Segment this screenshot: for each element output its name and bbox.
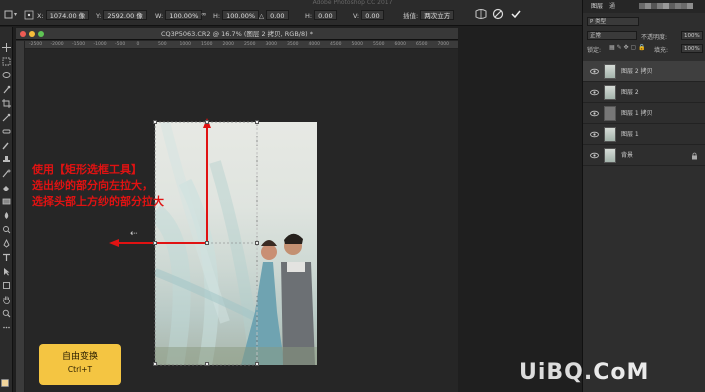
transform-handle-top-right[interactable] xyxy=(255,120,259,124)
layers-panel: 图层 通 P 类型 正常 不透明度: 100% 锁定: ▦ ✎ ✥ ▢ 🔒 填充… xyxy=(582,0,705,392)
annotation-line-2: 选出纱的部分向左拉大， xyxy=(32,179,153,192)
shortcut-badge: 自由变换 Ctrl+T xyxy=(39,344,121,385)
transform-handle-bottom-left[interactable] xyxy=(153,362,157,366)
transform-handle-middle-left[interactable] xyxy=(153,241,157,245)
layer-row[interactable]: 图层 1 xyxy=(583,124,705,145)
tab-channels[interactable]: 通 xyxy=(605,0,619,13)
visibility-eye-icon[interactable] xyxy=(590,88,599,97)
fill-label: 填充: xyxy=(654,47,669,54)
transform-handle-top-left[interactable] xyxy=(153,120,157,124)
layer-name: 图层 1 拷贝 xyxy=(621,110,653,117)
blend-mode-select[interactable]: 正常 xyxy=(587,31,637,40)
visibility-eye-icon[interactable] xyxy=(590,130,599,139)
panel-tabs: 图层 通 xyxy=(583,0,705,13)
layer-thumbnail xyxy=(604,148,616,163)
layer-thumbnail xyxy=(604,85,616,100)
visibility-eye-icon[interactable] xyxy=(590,67,599,76)
transform-handle-middle-right[interactable] xyxy=(255,241,259,245)
lock-label: 锁定: xyxy=(587,47,602,54)
layer-name: 图层 2 xyxy=(621,89,639,96)
layer-name: 图层 1 xyxy=(621,131,639,138)
opacity-label: 不透明度: xyxy=(641,34,668,41)
watermark-suffix: CoM xyxy=(593,360,650,385)
layer-name: 图层 2 拷贝 xyxy=(621,68,653,75)
tutorial-annotation: 使用【矩形选框工具】 选出纱的部分向左拉大， 选择头部上方纱的部分拉大 xyxy=(32,162,164,210)
filter-row: P 类型 xyxy=(583,16,705,28)
annotation-line-1: 使用【矩形选框工具】 xyxy=(32,163,142,176)
watermark-text: UiBQ. xyxy=(519,360,594,385)
layer-thumbnail xyxy=(604,127,616,142)
transform-reference-point[interactable] xyxy=(205,241,209,245)
transform-handle-top-center[interactable] xyxy=(205,120,209,124)
site-watermark: UiBQ.CoM xyxy=(519,360,649,385)
layer-row[interactable]: 图层 2 拷贝 xyxy=(583,61,705,82)
lock-options-icon[interactable]: ▦ ✎ ✥ ▢ 🔒 xyxy=(609,44,646,51)
shortcut-title: 自由变换 xyxy=(61,352,98,362)
blurred-area xyxy=(687,3,693,9)
layer-row[interactable]: 图层 2 xyxy=(583,82,705,103)
photoshop-window: Adobe Photoshop CC 2017 X: 1074.00 像 Y: … xyxy=(0,0,705,392)
svg-text:⇠: ⇠ xyxy=(130,229,138,239)
shortcut-keys: Ctrl+T xyxy=(67,365,93,374)
opacity-input[interactable]: 100% xyxy=(681,31,703,40)
blend-row: 正常 不透明度: 100% xyxy=(583,30,705,42)
lock-row: 锁定: ▦ ✎ ✥ ▢ 🔒 填充: 100% xyxy=(583,43,705,55)
tab-layers[interactable]: 图层 xyxy=(587,0,607,13)
annotation-line-3: 选择头部上方纱的部分拉大 xyxy=(32,195,164,208)
layer-kind-filter[interactable]: P 类型 xyxy=(587,17,639,26)
layer-row[interactable]: 图层 1 拷贝 xyxy=(583,103,705,124)
visibility-eye-icon[interactable] xyxy=(590,151,599,160)
layer-name: 背景 xyxy=(621,152,634,159)
layer-thumbnail xyxy=(604,106,616,121)
lock-icon xyxy=(692,152,697,160)
transform-handle-bottom-center[interactable] xyxy=(205,362,209,366)
layer-thumbnail xyxy=(604,64,616,79)
transform-handle-bottom-right[interactable] xyxy=(255,362,259,366)
fill-input[interactable]: 100% xyxy=(681,44,703,53)
layer-row[interactable]: 背景 xyxy=(583,145,705,166)
visibility-eye-icon[interactable] xyxy=(590,109,599,118)
